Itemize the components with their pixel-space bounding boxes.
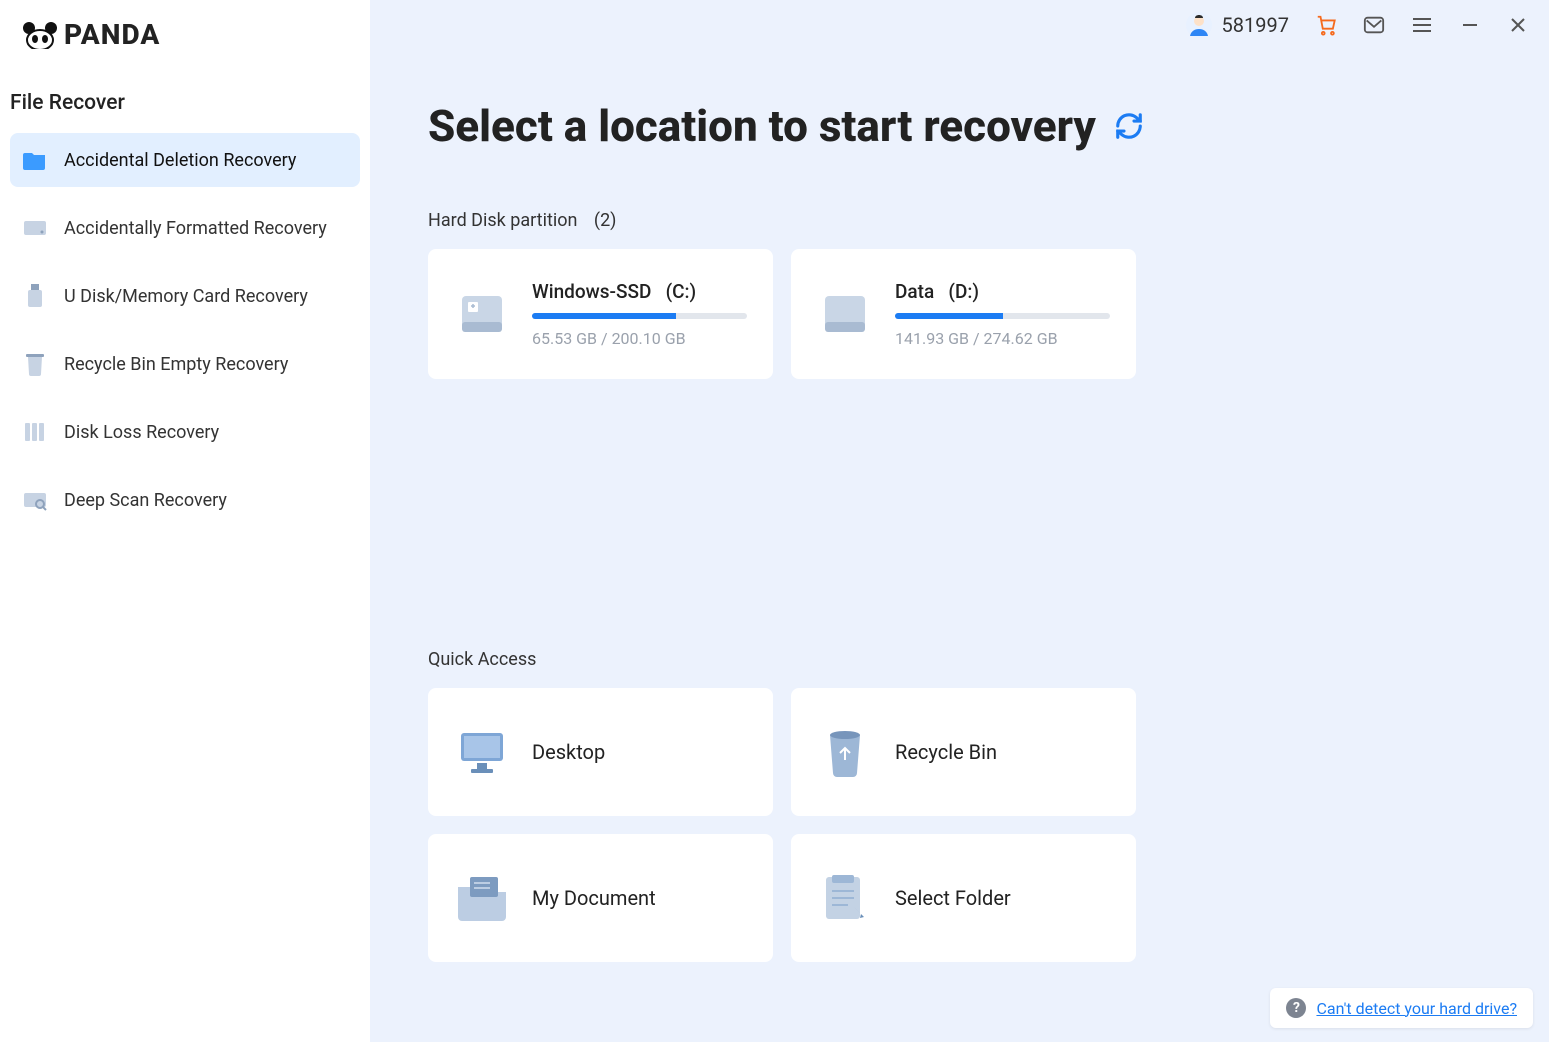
topbar: 581997 — [1186, 12, 1529, 38]
folder-icon — [22, 147, 48, 173]
refresh-icon[interactable] — [1114, 100, 1144, 152]
partition-card-c[interactable]: Windows-SSD (C:) 65.53 GB / 200.10 GB — [428, 249, 773, 379]
sidebar-item-label: Disk Loss Recovery — [64, 422, 219, 443]
trash-icon — [22, 351, 48, 377]
sidebar: PANDA File Recover Accidental Deletion R… — [0, 0, 370, 1042]
qa-recycle-bin[interactable]: Recycle Bin — [791, 688, 1136, 816]
qa-my-document[interactable]: My Document — [428, 834, 773, 962]
sidebar-item-recycle-bin[interactable]: Recycle Bin Empty Recovery — [10, 337, 360, 391]
recycle-bin-icon — [817, 724, 873, 780]
disk-array-icon — [22, 419, 48, 445]
main-panel: 581997 Select a location to start recove… — [370, 0, 1549, 1042]
hdd-icon — [817, 286, 873, 342]
sidebar-item-usb[interactable]: U Disk/Memory Card Recovery — [10, 269, 360, 323]
sidebar-item-disk-loss[interactable]: Disk Loss Recovery — [10, 405, 360, 459]
sidebar-item-label: U Disk/Memory Card Recovery — [64, 286, 308, 307]
desktop-icon — [454, 724, 510, 780]
partition-name: Data (D:) — [895, 280, 1110, 303]
scan-icon — [22, 487, 48, 513]
help-icon: ? — [1286, 998, 1306, 1018]
qa-label: My Document — [532, 886, 656, 910]
qa-label: Select Folder — [895, 886, 1011, 910]
select-folder-icon — [817, 870, 873, 926]
drive-icon — [22, 215, 48, 241]
usage-bar — [532, 313, 747, 319]
qa-label: Desktop — [532, 740, 605, 764]
usage-bar — [895, 313, 1110, 319]
app-logo: PANDA — [10, 14, 360, 79]
help-text[interactable]: Can't detect your hard drive? — [1316, 999, 1517, 1018]
quick-access-row: Desktop Recycle Bin My Document Select F… — [428, 688, 1491, 962]
panda-icon — [22, 21, 58, 49]
sidebar-item-label: Deep Scan Recovery — [64, 490, 227, 511]
partition-card-d[interactable]: Data (D:) 141.93 GB / 274.62 GB — [791, 249, 1136, 379]
avatar-icon — [1186, 12, 1212, 38]
help-link[interactable]: ? Can't detect your hard drive? — [1270, 988, 1533, 1028]
sidebar-item-label: Accidental Deletion Recovery — [64, 150, 296, 171]
menu-icon[interactable] — [1411, 14, 1433, 36]
sidebar-title: File Recover — [10, 79, 360, 133]
sidebar-item-deep-scan[interactable]: Deep Scan Recovery — [10, 473, 360, 527]
hdd-icon — [454, 286, 510, 342]
minimize-icon[interactable] — [1459, 14, 1481, 36]
qa-label: Recycle Bin — [895, 740, 997, 764]
qa-desktop[interactable]: Desktop — [428, 688, 773, 816]
sidebar-item-accidental-deletion[interactable]: Accidental Deletion Recovery — [10, 133, 360, 187]
partitions-row: Windows-SSD (C:) 65.53 GB / 200.10 GB Da… — [428, 249, 1491, 379]
sidebar-item-formatted[interactable]: Accidentally Formatted Recovery — [10, 201, 360, 255]
quick-access-label: Quick Access — [428, 649, 1491, 670]
sidebar-item-label: Accidentally Formatted Recovery — [64, 218, 327, 239]
usage-text: 141.93 GB / 274.62 GB — [895, 329, 1110, 348]
user-id: 581997 — [1222, 13, 1289, 37]
sidebar-item-label: Recycle Bin Empty Recovery — [64, 354, 288, 375]
mail-icon[interactable] — [1363, 14, 1385, 36]
brand-name: PANDA — [64, 18, 160, 51]
partition-name: Windows-SSD (C:) — [532, 280, 747, 303]
usage-text: 65.53 GB / 200.10 GB — [532, 329, 747, 348]
document-folder-icon — [454, 870, 510, 926]
user-account[interactable]: 581997 — [1186, 12, 1289, 38]
close-icon[interactable] — [1507, 14, 1529, 36]
qa-select-folder[interactable]: Select Folder — [791, 834, 1136, 962]
partitions-label: Hard Disk partition (2) — [428, 210, 1491, 231]
cart-icon[interactable] — [1315, 14, 1337, 36]
usb-icon — [22, 283, 48, 309]
